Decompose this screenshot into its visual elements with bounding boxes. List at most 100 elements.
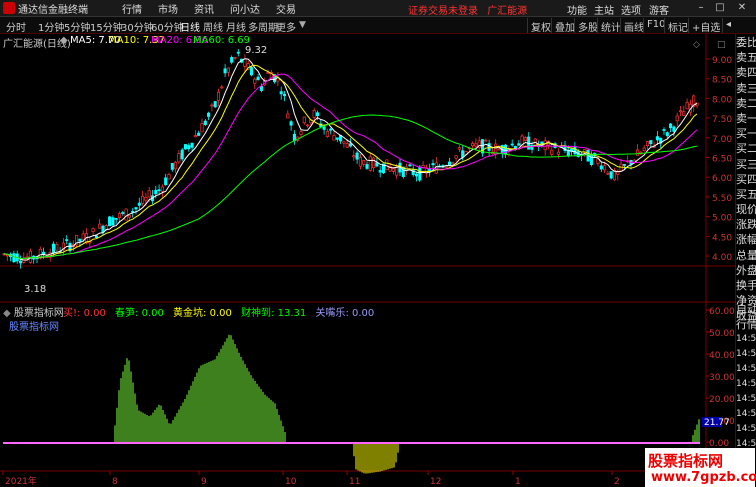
candle-body [299,131,303,135]
tool-add-watchlist[interactable]: +自选 [688,18,723,34]
period-weekly[interactable]: 周线 [203,19,223,34]
candle-body [622,164,626,166]
period-5min[interactable]: 5分钟 [64,19,90,34]
period-1min[interactable]: 1分钟 [38,19,64,34]
more-chevron-icon[interactable]: ▼ [299,20,306,30]
candle-body [487,143,491,151]
title-bar: 通达信金融终端 行情 市场 资讯 问小达 交易 证券交易未登录 广汇能源 功能 … [0,0,756,17]
tick-panel-header: 行情 [736,318,756,331]
menu-market[interactable]: 市场 [158,1,178,16]
menu-server[interactable]: 主站 [594,2,614,17]
chart-settings-icon[interactable]: ◇ [693,40,700,50]
candle-body [127,215,131,218]
period-15min[interactable]: 15分钟 [90,19,123,34]
date-tick-label: 12 [430,477,441,487]
menu-trade[interactable]: 交易 [276,1,296,16]
price-tick-label: 8.00 [712,95,732,105]
candle-body [177,153,181,163]
candle-body [655,136,659,141]
candle-body [98,223,102,229]
date-tick-label: 2021年 [5,475,37,487]
price-tick-label: 9.00 [712,56,732,66]
tick-panel-header: 自动 [736,303,756,316]
candle-body [418,166,422,181]
candle-body [543,140,547,151]
candle-body [368,156,372,171]
period-tick[interactable]: 分时 [6,19,26,34]
order-book-label: 总量 [736,248,756,262]
candle-body [471,143,475,147]
menu-options[interactable]: 选项 [621,2,641,17]
candle-body [348,143,353,147]
order-book-label: 涨跌 [736,218,756,232]
candle-body [457,147,461,150]
login-notice[interactable]: 证券交易未登录 广汇能源 [408,2,527,17]
candle-body [362,160,366,165]
ma60-label: MA60: 6.69 [193,35,251,46]
candle-body [444,165,448,168]
tick-time-list: 自动行情14:5614:5614:5614:5614:5614:5614:561… [736,302,756,452]
tool-mark[interactable]: 标记 [664,18,691,34]
candle-body [18,260,23,264]
panel-toggle-icon[interactable]: ◂ [722,18,736,33]
candle-body [108,216,112,227]
candle-body [200,123,204,133]
order-book-label: 换手 [736,279,756,292]
candle-body [81,233,85,240]
order-book-label: 买一 [736,127,756,141]
candle-body [447,161,452,166]
menu-quotes[interactable]: 行情 [122,1,142,16]
watermark-url: www.7gpzb.com [651,470,756,485]
quote-side-panel: 委比 卖五 卖四 卖三 卖二 卖一 买一 买二 买三 买四 买五 现价 涨跌 涨幅 总量 外盘 换手 净资 收益 自… [735,34,756,487]
legend-buy-value: : 0.00 [77,308,106,319]
candle-body [665,132,669,137]
chart-close-icon[interactable]: □ [717,40,726,50]
candle-body [104,225,108,230]
menu-news[interactable]: 资讯 [194,1,214,16]
candle-body [164,177,168,186]
legend-joy-label: 关嘴乐 [315,308,346,319]
candle-body [556,151,560,155]
candle-body [636,149,640,156]
order-book-label: 委比 [736,36,756,49]
indicator-tick-label: 20.00 [709,395,735,405]
candle-body [289,121,293,126]
period-60min[interactable]: 60分钟 [151,19,184,34]
candle-body [292,133,296,141]
order-book-label: 卖五 [736,51,756,65]
candle-body [233,57,237,59]
period-daily[interactable]: 日线 [180,19,200,34]
order-book-label: 现价 [736,203,756,217]
candle-body [342,141,346,144]
menu-ask[interactable]: 问小达 [230,1,260,16]
candle-body [28,250,32,263]
candle-body [606,172,610,175]
date-tick-label: 10 [285,477,297,487]
candle-body [187,145,191,150]
candle-body [65,239,69,241]
indicator-tick-label: 40.00 [709,351,735,361]
candle-body [619,163,623,172]
candle-body [306,124,310,127]
tool-adjust[interactable]: 复权 [527,18,554,34]
candle-body [78,238,82,242]
close-icon[interactable]: ✕ [735,1,749,15]
menu-guest[interactable]: 游客 [649,2,669,17]
candle-body [286,113,290,119]
period-30min[interactable]: 30分钟 [121,19,154,34]
period-multi[interactable]: 多周期 [248,19,278,34]
ma-toggle-icon[interactable]: ◆ [60,35,68,46]
period-more[interactable]: 更多 [276,19,296,34]
indicator-name[interactable]: ◆ 股票指标网 [3,304,64,319]
candle-body [51,243,56,254]
menu-function[interactable]: 功能 [567,2,587,17]
tick-time: 14:56 [736,379,756,389]
indicator-current-value: 21.77 [704,418,730,428]
minimize-icon[interactable]: – [694,1,708,15]
chart-canvas[interactable]: 9.00 8.50 8.00 7.50 7.00 6.50 6.00 5.50 5.00 4.50… [0,34,735,487]
period-monthly[interactable]: 月线 [226,19,246,34]
period-toolbar: 分时 1分钟 5分钟 15分钟 30分钟 60分钟 日线 周线 月线 多周期 更… [0,17,756,34]
candle-body [523,137,527,141]
maximize-icon[interactable]: □ [713,1,727,15]
candle-body [207,112,211,117]
